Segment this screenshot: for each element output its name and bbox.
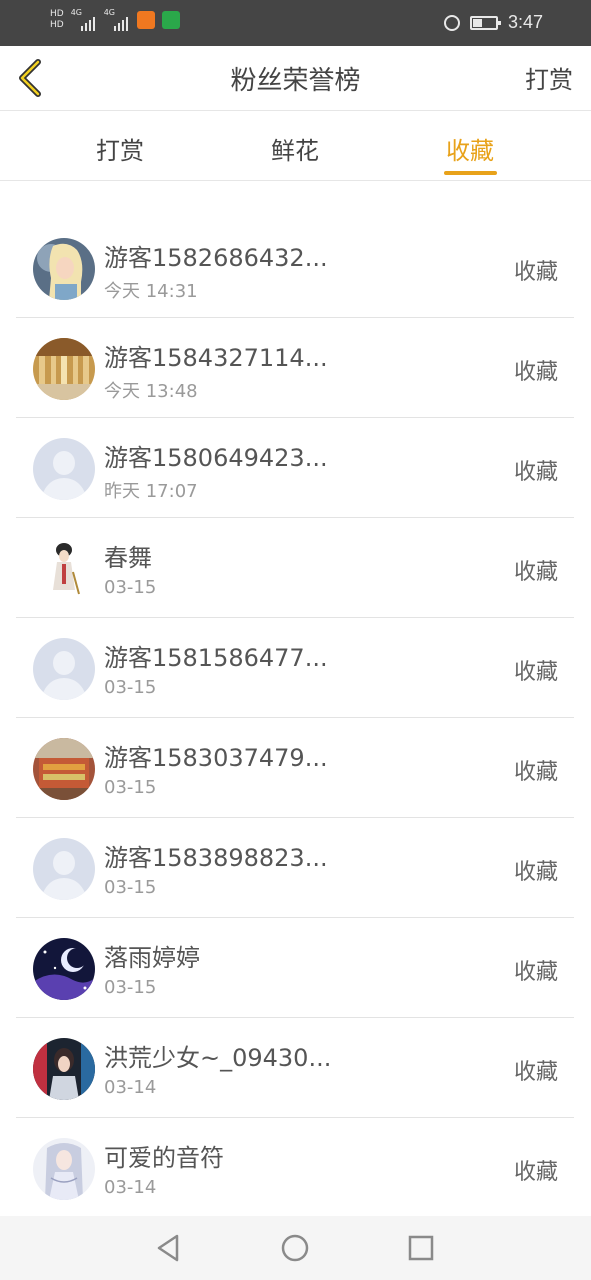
list-item[interactable]: 游客1583898823... 03-15 收藏 [16, 818, 574, 918]
status-label: 收藏 [513, 660, 558, 685]
default-avatar-icon [33, 438, 95, 500]
avatar [33, 238, 95, 300]
system-nav-bar [0, 1216, 591, 1280]
timestamp: 昨天 17:07 [104, 481, 198, 502]
recents-square-icon [408, 1235, 434, 1261]
tab-flowers[interactable]: 鲜花 [235, 131, 355, 166]
tab-favorites[interactable]: 收藏 [410, 131, 530, 166]
list-item[interactable]: 落雨婷婷 03-15 收藏 [16, 918, 574, 1018]
user-name: 落雨婷婷 [104, 944, 200, 972]
timestamp: 03-15 [104, 677, 157, 698]
app-icon [161, 11, 180, 29]
battery-level [472, 18, 482, 27]
nav-home-button[interactable] [277, 1230, 313, 1266]
status-label: 收藏 [513, 960, 558, 985]
status-label: 收藏 [513, 1060, 558, 1085]
battery-icon [469, 15, 501, 30]
default-avatar-icon [33, 638, 95, 700]
user-name: 游客1580649423... [104, 444, 328, 472]
avatar [33, 538, 95, 600]
list-item[interactable]: 游客1584327114... 今天 13:48 收藏 [16, 318, 574, 418]
active-tab-indicator [444, 171, 497, 175]
tab-reward[interactable]: 打赏 [60, 131, 180, 166]
default-avatar-icon [33, 838, 95, 900]
header: 粉丝荣誉榜 打赏 [0, 46, 591, 111]
list-item[interactable]: 游客1582686432... 今天 14:31 收藏 [16, 218, 574, 318]
list-item[interactable]: 游客1581586477... 03-15 收藏 [16, 618, 574, 718]
status-label: 收藏 [513, 560, 558, 585]
list-item[interactable]: 春舞 03-15 收藏 [16, 518, 574, 618]
status-label: 收藏 [513, 860, 558, 885]
status-label: 收藏 [513, 760, 558, 785]
signal-icon: 4G [71, 9, 97, 31]
list-item[interactable]: 洪荒少女~_09430... 03-14 收藏 [16, 1018, 574, 1118]
page-title: 粉丝荣誉榜 [230, 66, 361, 96]
user-name: 游客1582686432... [104, 244, 328, 272]
avatar [33, 1138, 95, 1200]
list-item[interactable]: 游客1583037479... 03-15 收藏 [16, 718, 574, 818]
reward-button[interactable]: 打赏 [525, 60, 573, 95]
status-right: 3:47 [443, 12, 543, 33]
list-item[interactable]: 游客1580649423... 昨天 17:07 收藏 [16, 418, 574, 518]
avatar [33, 938, 95, 1000]
home-circle-icon [281, 1234, 309, 1262]
fan-list: 游客1582686432... 今天 14:31 收藏 游客1584327114… [16, 218, 574, 1218]
timestamp: 今天 13:48 [104, 381, 198, 402]
uc-browser-icon [136, 11, 155, 29]
list-item[interactable]: 可爱的音符 03-14 收藏 [16, 1118, 574, 1218]
signal-icon: 4G [104, 9, 130, 31]
avatar [33, 338, 95, 400]
status-label: 收藏 [513, 260, 558, 285]
status-label: 收藏 [513, 460, 558, 485]
status-left: HD HD 4G 4G [50, 9, 180, 31]
hd-icon: HD HD [50, 9, 64, 30]
user-name: 游客1583037479... [104, 744, 328, 772]
user-name: 游客1584327114... [104, 344, 328, 372]
user-name: 游客1581586477... [104, 644, 328, 672]
nav-back-button[interactable] [151, 1230, 187, 1266]
timestamp: 03-15 [104, 577, 157, 598]
avatar [33, 1038, 95, 1100]
status-label: 收藏 [513, 360, 558, 385]
tab-bar: 打赏 鲜花 收藏 [0, 111, 591, 181]
avatar [33, 738, 95, 800]
back-triangle-icon [157, 1234, 179, 1262]
timestamp: 03-14 [104, 1177, 157, 1198]
status-label: 收藏 [513, 1160, 558, 1185]
status-bar: HD HD 4G 4G 3:47 [0, 0, 591, 46]
user-name: 春舞 [104, 544, 152, 572]
alarm-icon [443, 14, 460, 31]
user-name: 游客1583898823... [104, 844, 328, 872]
status-time: 3:47 [507, 12, 543, 32]
timestamp: 今天 14:31 [104, 281, 198, 302]
user-name: 可爱的音符 [104, 1144, 224, 1172]
timestamp: 03-14 [104, 1077, 157, 1098]
timestamp: 03-15 [104, 977, 157, 998]
nav-recents-button[interactable] [403, 1230, 439, 1266]
timestamp: 03-15 [104, 877, 157, 898]
timestamp: 03-15 [104, 777, 157, 798]
user-name: 洪荒少女~_09430... [104, 1044, 332, 1072]
